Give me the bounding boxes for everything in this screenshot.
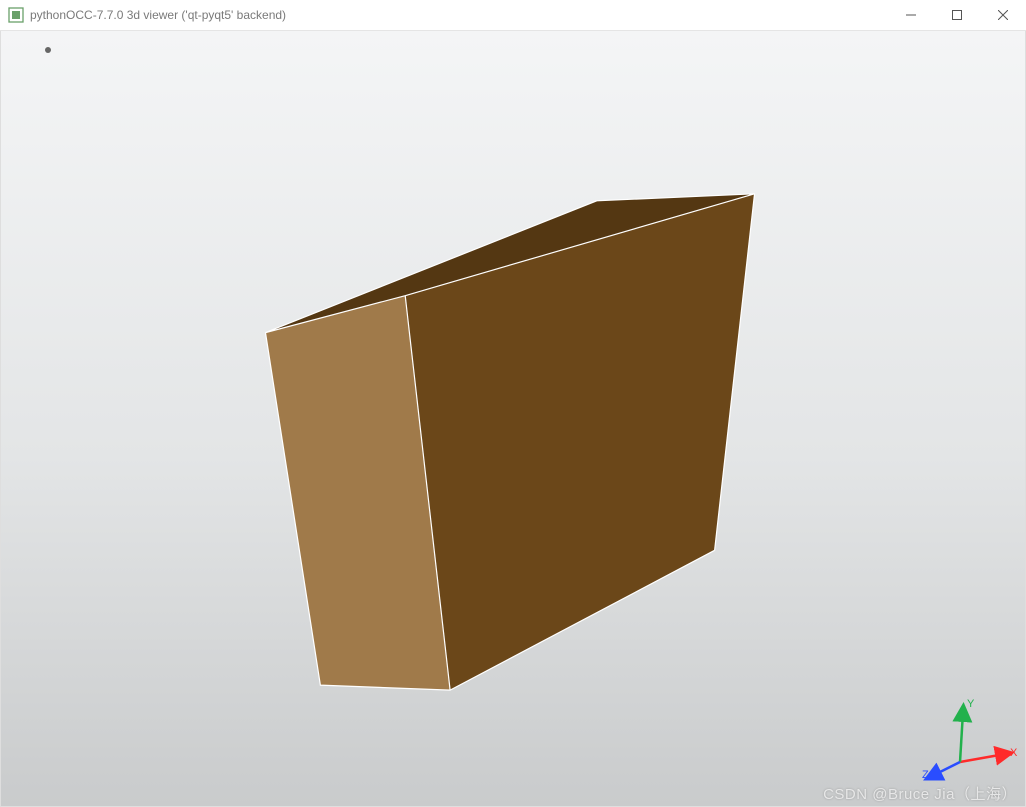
app-icon <box>8 7 24 23</box>
scene <box>1 31 1025 806</box>
axis-x <box>960 754 1005 762</box>
axis-x-label: X <box>1010 747 1018 759</box>
axis-z-label: Z <box>922 769 929 781</box>
close-button[interactable] <box>980 0 1026 30</box>
window-controls <box>888 0 1026 30</box>
titlebar: pythonOCC-7.7.0 3d viewer ('qt-pyqt5' ba… <box>0 0 1026 31</box>
maximize-button[interactable] <box>934 0 980 30</box>
axis-y <box>960 712 963 762</box>
watermark: CSDN @Bruce Jia（上海） <box>823 783 1017 804</box>
minimize-button[interactable] <box>888 0 934 30</box>
window-title: pythonOCC-7.7.0 3d viewer ('qt-pyqt5' ba… <box>30 8 286 22</box>
viewport-3d[interactable]: X Y Z CSDN @Bruce Jia（上海） <box>0 31 1026 807</box>
axis-z <box>932 762 960 776</box>
axis-y-label: Y <box>967 698 975 710</box>
axis-triad: X Y Z <box>920 694 1015 784</box>
